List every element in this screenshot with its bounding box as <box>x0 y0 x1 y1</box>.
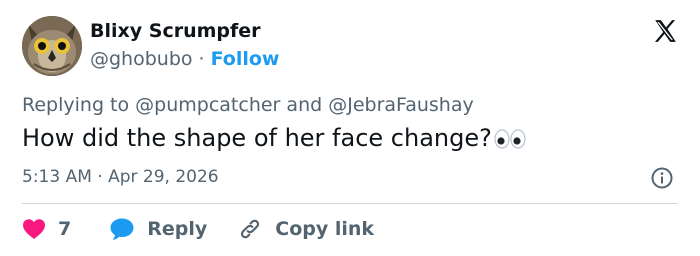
action-bar: 7 Reply Copy link <box>22 214 374 244</box>
speech-bubble-icon <box>110 218 134 240</box>
separator: · <box>97 167 103 187</box>
like-count: 7 <box>58 218 72 240</box>
copy-link-label: Copy link <box>275 218 375 240</box>
avatar[interactable] <box>22 16 82 76</box>
replying-conjunction: and <box>286 94 323 116</box>
tweet-body: How did the shape of her face change? <box>22 124 526 152</box>
timestamp[interactable]: 5:13 AM · Apr 29, 2026 <box>22 167 219 187</box>
tweet-date: Apr 29, 2026 <box>108 167 219 187</box>
reply-label: Reply <box>147 218 208 240</box>
separator: · <box>198 48 205 70</box>
replying-to: Replying to @pumpcatcher and @JebraFaush… <box>22 94 474 116</box>
divider <box>22 203 678 204</box>
mention-link[interactable]: @pumpcatcher <box>135 94 280 116</box>
mention-link[interactable]: @JebraFaushay <box>328 94 474 116</box>
info-icon[interactable] <box>650 166 674 190</box>
copy-link-button[interactable]: Copy link <box>237 216 374 242</box>
link-icon <box>241 219 260 239</box>
owl-avatar-icon <box>22 16 82 76</box>
reply-button[interactable]: Reply <box>109 217 207 241</box>
eyes-emoji-icon <box>494 129 526 149</box>
handle-row: @ghobubo · Follow <box>90 48 279 70</box>
tweet-time: 5:13 AM <box>22 167 92 187</box>
heart-icon <box>23 219 45 239</box>
display-name[interactable]: Blixy Scrumpfer <box>90 20 261 42</box>
like-button[interactable]: 7 <box>22 218 71 240</box>
follow-button[interactable]: Follow <box>211 48 280 70</box>
tweet-text: How did the shape of her face change? <box>22 124 492 152</box>
replying-prefix: Replying to <box>22 94 130 116</box>
user-handle[interactable]: @ghobubo <box>90 48 193 70</box>
x-logo-icon[interactable] <box>652 18 678 44</box>
